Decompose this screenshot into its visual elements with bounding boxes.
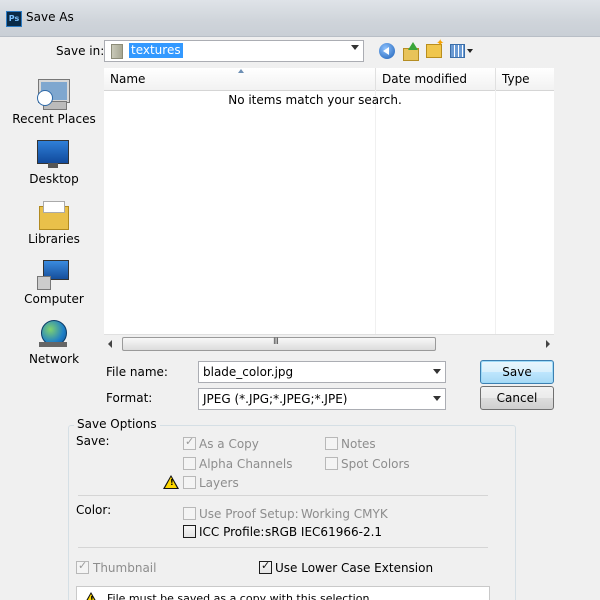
empty-message: No items match your search.	[228, 93, 402, 107]
computer-icon	[37, 258, 69, 290]
notes-checkbox[interactable]	[325, 437, 338, 450]
thumbnail-label: Thumbnail	[93, 561, 157, 575]
place-label: Network	[28, 352, 80, 366]
place-desktop[interactable]: Desktop	[0, 132, 104, 188]
separator	[78, 495, 488, 496]
layers-label: Layers	[199, 476, 239, 490]
ps-app-icon: Ps	[6, 11, 22, 27]
sort-ascending-icon	[238, 69, 244, 73]
place-computer[interactable]: Computer	[0, 252, 104, 308]
column-divider	[375, 90, 376, 334]
horizontal-scrollbar[interactable]: III	[104, 334, 554, 352]
proof-setup-value: Working CMYK	[301, 507, 388, 521]
title-bar[interactable]: Ps Save As	[0, 0, 600, 37]
warning-message: File must be saved as a copy with this s…	[107, 592, 373, 600]
spot-colors-checkbox[interactable]	[325, 457, 338, 470]
places-bar: Recent Places Desktop Libraries Computer…	[0, 68, 104, 368]
file-name-input[interactable]: blade_color.jpg	[198, 361, 446, 383]
list-header: Name Date modified Type	[104, 68, 554, 91]
column-divider	[495, 90, 496, 334]
icc-profile-value: sRGB IEC61966-2.1	[265, 525, 383, 539]
save-label: Save:	[76, 434, 110, 448]
as-copy-checkbox[interactable]	[183, 435, 196, 450]
lower-case-extension-checkbox[interactable]	[259, 559, 272, 574]
place-label: Libraries	[28, 232, 80, 246]
format-dropdown[interactable]: JPEG (*.JPG;*.JPEG;*.JPE)	[198, 388, 446, 410]
alpha-channels-label: Alpha Channels	[199, 457, 293, 471]
format-label: Format:	[106, 391, 153, 405]
icc-profile-label: ICC Profile:	[199, 525, 265, 539]
place-label: Computer	[24, 292, 84, 306]
layers-checkbox[interactable]	[183, 476, 196, 489]
libraries-icon	[37, 198, 69, 230]
icc-profile-checkbox[interactable]	[183, 525, 196, 538]
use-proof-setup-checkbox[interactable]	[183, 507, 196, 520]
file-list[interactable]: Name Date modified Type No items match y…	[104, 68, 554, 352]
place-label: Desktop	[29, 172, 79, 186]
scroll-thumb[interactable]: III	[122, 337, 436, 351]
chevron-down-icon[interactable]	[433, 369, 441, 374]
format-value: JPEG (*.JPG;*.JPEG;*.JPE)	[203, 392, 348, 406]
warning-message-box: ! File must be saved as a copy with this…	[76, 586, 490, 600]
save-as-dialog: Ps Save As Save in: textures Recent Plac…	[0, 0, 600, 600]
warning-icon: !	[83, 592, 99, 600]
file-name-value: blade_color.jpg	[203, 365, 294, 379]
chevron-down-icon[interactable]	[351, 45, 359, 50]
up-folder-icon[interactable]	[402, 42, 420, 61]
save-in-dropdown[interactable]: textures	[104, 40, 364, 62]
warning-icon: !	[163, 475, 179, 489]
save-in-label: Save in:	[56, 44, 105, 58]
notes-label: Notes	[341, 437, 376, 451]
desktop-icon	[37, 138, 69, 170]
column-header-date-modified[interactable]: Date modified	[376, 68, 496, 90]
save-button[interactable]: Save	[480, 360, 554, 384]
new-folder-icon[interactable]	[426, 38, 444, 58]
scroll-right-icon[interactable]	[546, 340, 550, 348]
scroll-grip: III	[273, 337, 279, 347]
separator	[78, 547, 488, 548]
place-libraries[interactable]: Libraries	[0, 192, 104, 248]
save-in-value: textures	[129, 43, 183, 58]
save-options-title: Save Options	[74, 417, 160, 431]
scroll-left-icon[interactable]	[108, 340, 112, 348]
lower-case-extension-label: Use Lower Case Extension	[275, 561, 434, 575]
thumbnail-checkbox[interactable]	[76, 559, 89, 574]
network-icon	[37, 318, 69, 350]
color-label: Color:	[76, 503, 112, 517]
folder-icon	[111, 44, 123, 59]
cancel-button[interactable]: Cancel	[480, 386, 554, 410]
column-header-type[interactable]: Type	[496, 68, 554, 90]
alpha-channels-checkbox[interactable]	[183, 457, 196, 470]
place-network[interactable]: Network	[0, 312, 104, 368]
recent-places-icon	[37, 78, 69, 110]
chevron-down-icon[interactable]	[433, 396, 441, 401]
spot-colors-label: Spot Colors	[341, 457, 410, 471]
file-name-label: File name:	[106, 365, 168, 379]
back-icon[interactable]	[379, 43, 395, 59]
view-menu-icon[interactable]	[450, 43, 474, 59]
place-label: Recent Places	[12, 112, 96, 126]
window-title: Save As	[26, 10, 74, 24]
use-proof-setup-label: Use Proof Setup:	[199, 507, 299, 521]
as-copy-label: As a Copy	[199, 437, 259, 451]
place-recent-places[interactable]: Recent Places	[0, 72, 104, 128]
